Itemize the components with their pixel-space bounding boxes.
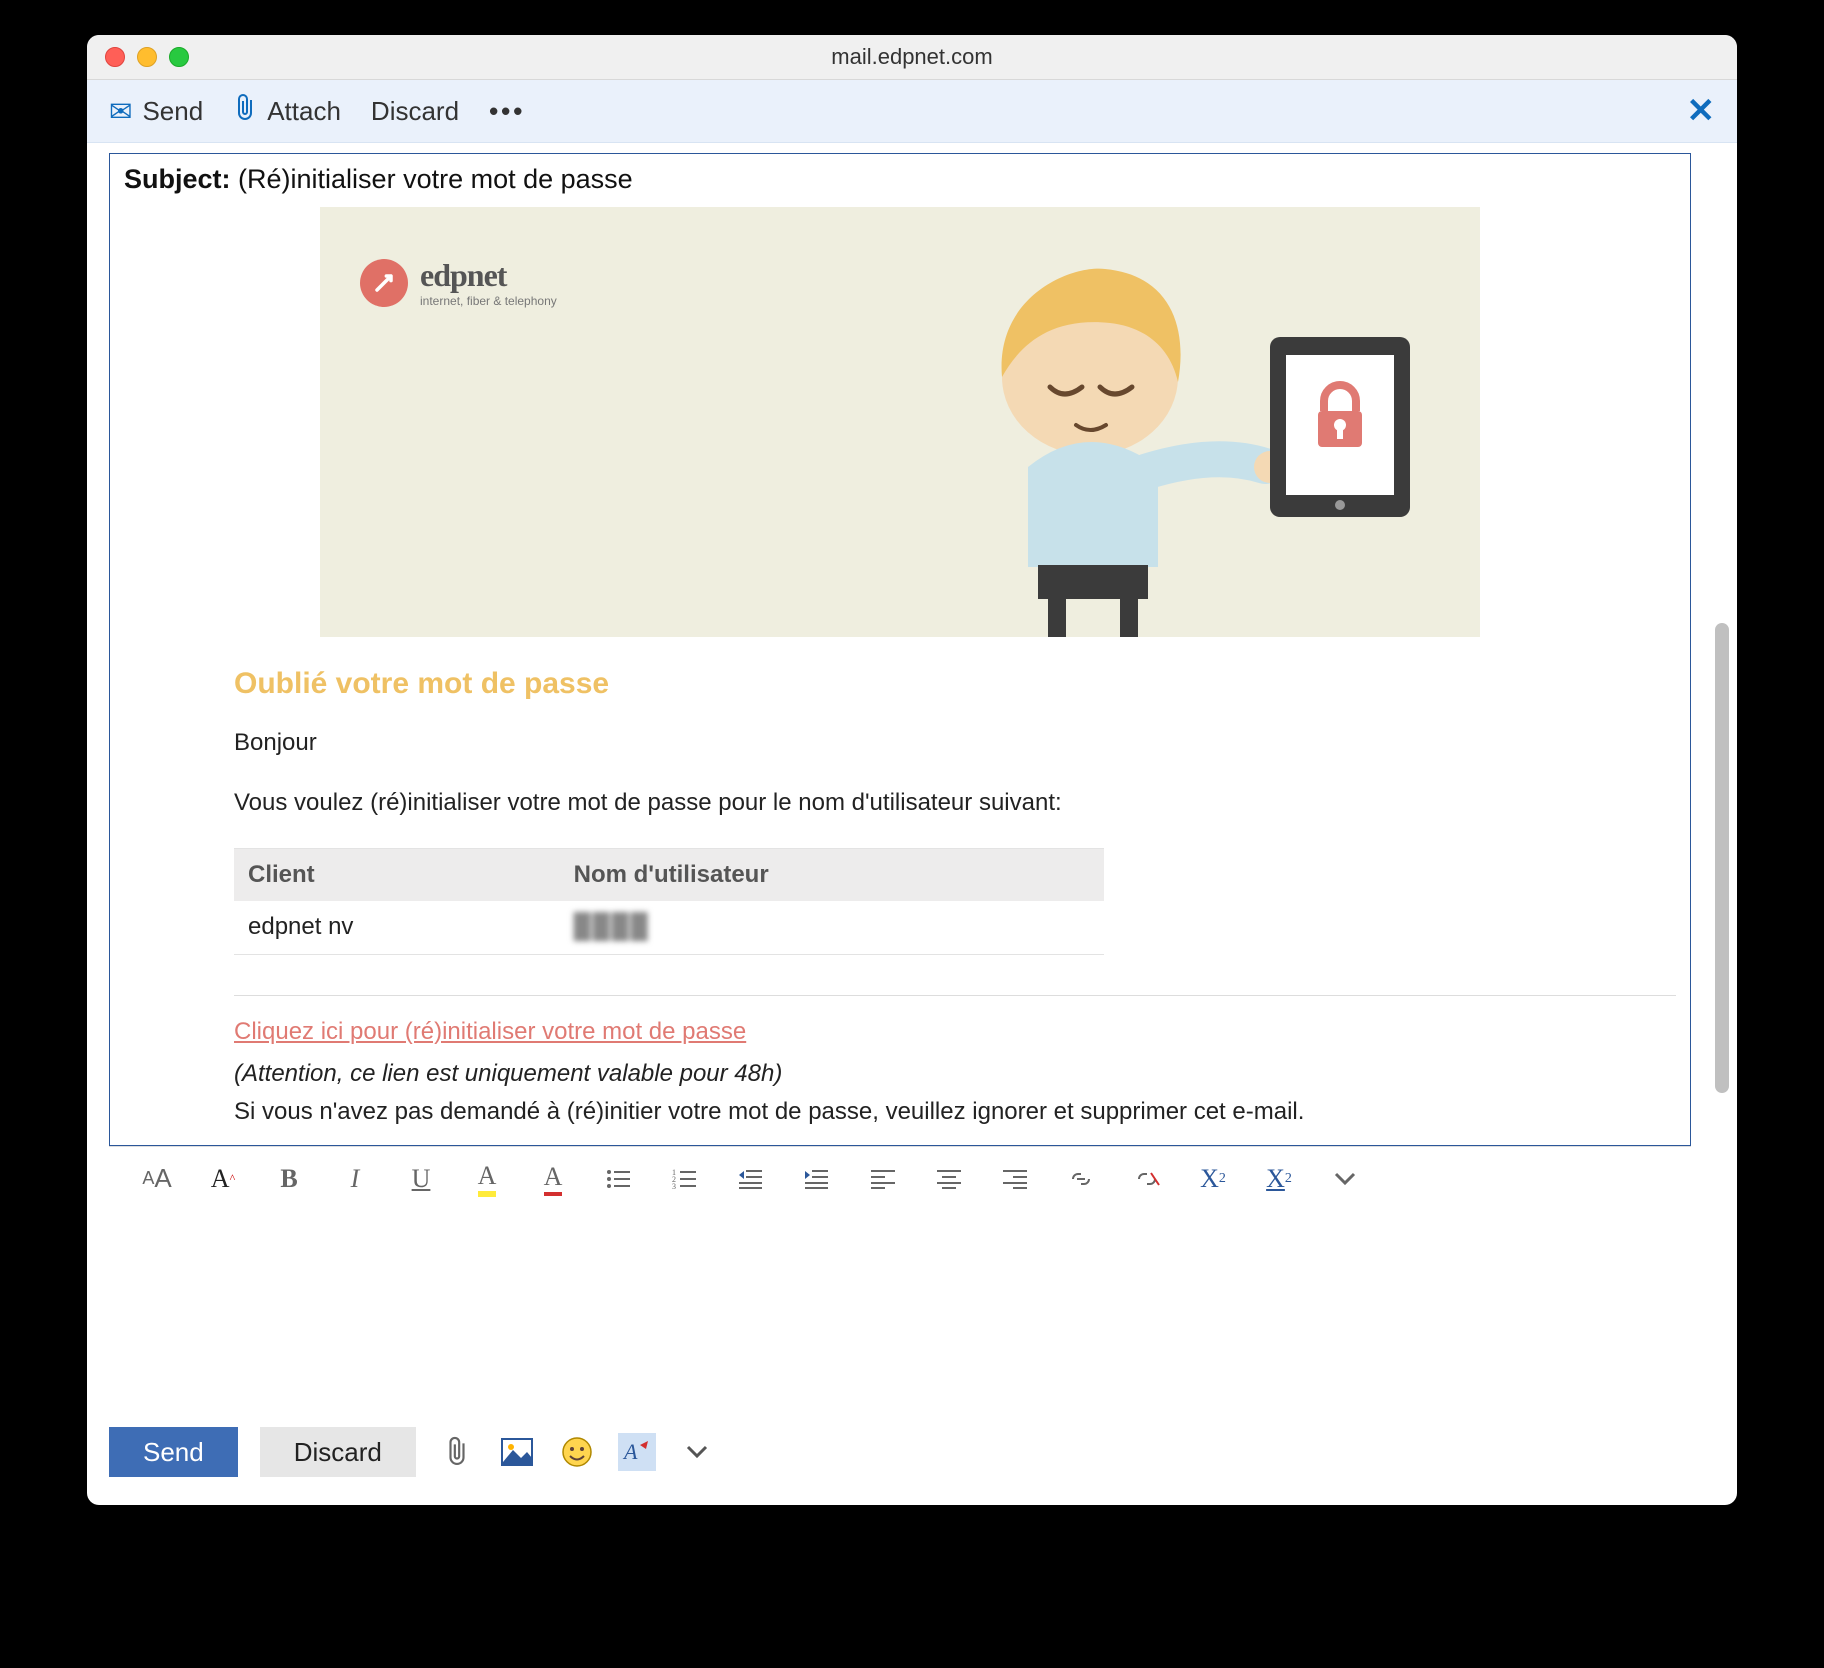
- top-toolbar: ✉ Send Attach Discard ••• ✕: [87, 80, 1737, 143]
- action-bar: Send Discard A: [87, 1413, 1737, 1505]
- window-title: mail.edpnet.com: [87, 44, 1737, 70]
- attach-file-icon[interactable]: [438, 1433, 476, 1471]
- send-label: Send: [142, 96, 203, 127]
- superscript-icon[interactable]: X2: [1195, 1161, 1231, 1197]
- formatting-toggle-icon[interactable]: A: [618, 1433, 656, 1471]
- scrollbar[interactable]: [1713, 143, 1731, 1413]
- attach-button[interactable]: Attach: [233, 94, 341, 129]
- discard-action-button[interactable]: Discard: [260, 1427, 416, 1477]
- format-toolbar: AA A^ B I U A A 123 X2: [109, 1146, 1691, 1211]
- col-username-header: Nom d'utilisateur: [560, 848, 1104, 901]
- close-window-button[interactable]: [105, 47, 125, 67]
- insert-image-icon[interactable]: [498, 1433, 536, 1471]
- italic-icon[interactable]: I: [337, 1161, 373, 1197]
- underline-icon[interactable]: U: [403, 1161, 439, 1197]
- subject-label: Subject:: [124, 164, 231, 194]
- discard-label: Discard: [371, 96, 459, 127]
- font-color-icon[interactable]: A: [535, 1161, 571, 1197]
- more-button[interactable]: •••: [489, 96, 525, 127]
- bold-icon[interactable]: B: [271, 1161, 307, 1197]
- compose-canvas[interactable]: Subject: (Ré)initialiser votre mot de pa…: [87, 143, 1713, 1413]
- align-right-icon[interactable]: [997, 1161, 1033, 1197]
- send-button[interactable]: ✉ Send: [109, 95, 203, 128]
- svg-text:A: A: [622, 1439, 638, 1464]
- font-size-icon[interactable]: AA: [139, 1161, 175, 1197]
- highlight-icon[interactable]: A: [469, 1161, 505, 1197]
- edpnet-logo: edpnet internet, fiber & telephony: [360, 257, 557, 308]
- note-text: (Attention, ce lien est uniquement valab…: [234, 1058, 1676, 1090]
- subject-line[interactable]: Subject: (Ré)initialiser votre mot de pa…: [120, 160, 1680, 203]
- disclaimer-text: Si vous n'avez pas demandé à (ré)initier…: [234, 1096, 1676, 1128]
- zoom-window-button[interactable]: [169, 47, 189, 67]
- scroll-thumb[interactable]: [1715, 623, 1729, 1093]
- greeting-text: Bonjour: [234, 727, 1676, 759]
- more-icon: •••: [489, 96, 525, 127]
- cell-client: edpnet nv: [234, 901, 560, 954]
- send-mail-icon: ✉: [109, 95, 132, 128]
- close-compose-button[interactable]: ✕: [1687, 91, 1716, 131]
- discard-button[interactable]: Discard: [371, 96, 459, 127]
- unlink-icon[interactable]: [1129, 1161, 1165, 1197]
- traffic-lights: [105, 47, 189, 67]
- email-body[interactable]: edpnet internet, fiber & telephony: [120, 207, 1680, 1139]
- hero-banner: edpnet internet, fiber & telephony: [320, 207, 1480, 637]
- logo-tag: internet, fiber & telephony: [420, 294, 557, 308]
- indent-icon[interactable]: [799, 1161, 835, 1197]
- action-more-icon[interactable]: [678, 1433, 716, 1471]
- attach-label: Attach: [267, 96, 341, 127]
- font-color2-icon[interactable]: A^: [205, 1161, 241, 1197]
- align-center-icon[interactable]: [931, 1161, 967, 1197]
- format-more-icon[interactable]: [1327, 1161, 1363, 1197]
- align-left-icon[interactable]: [865, 1161, 901, 1197]
- character-illustration-icon: [940, 247, 1420, 637]
- table-row: edpnet nv ████: [234, 901, 1104, 954]
- titlebar: mail.edpnet.com: [87, 35, 1737, 80]
- minimize-window-button[interactable]: [137, 47, 157, 67]
- link-icon[interactable]: [1063, 1161, 1099, 1197]
- logo-brand: edpnet: [420, 257, 557, 294]
- email-heading: Oublié votre mot de passe: [234, 667, 1676, 701]
- cell-username: ████: [560, 901, 1104, 954]
- emoji-icon[interactable]: [558, 1433, 596, 1471]
- editor-frame: Subject: (Ré)initialiser votre mot de pa…: [109, 153, 1691, 1146]
- intro-text: Vous voulez (ré)initialiser votre mot de…: [234, 787, 1676, 819]
- reset-password-link[interactable]: Cliquez ici pour (ré)initialiser votre m…: [234, 1018, 746, 1045]
- outdent-icon[interactable]: [733, 1161, 769, 1197]
- svg-text:3: 3: [672, 1182, 676, 1190]
- col-client-header: Client: [234, 848, 560, 901]
- paperclip-icon: [233, 94, 257, 129]
- user-table: Client Nom d'utilisateur edpnet nv ████: [234, 848, 1104, 955]
- bullet-list-icon[interactable]: [601, 1161, 637, 1197]
- number-list-icon[interactable]: 123: [667, 1161, 703, 1197]
- subscript-icon[interactable]: X2: [1261, 1161, 1297, 1197]
- logo-badge-icon: [360, 259, 408, 307]
- compose-window: mail.edpnet.com ✉ Send Attach Discard ••…: [87, 35, 1737, 1505]
- send-action-button[interactable]: Send: [109, 1427, 238, 1477]
- subject-text: (Ré)initialiser votre mot de passe: [238, 164, 633, 194]
